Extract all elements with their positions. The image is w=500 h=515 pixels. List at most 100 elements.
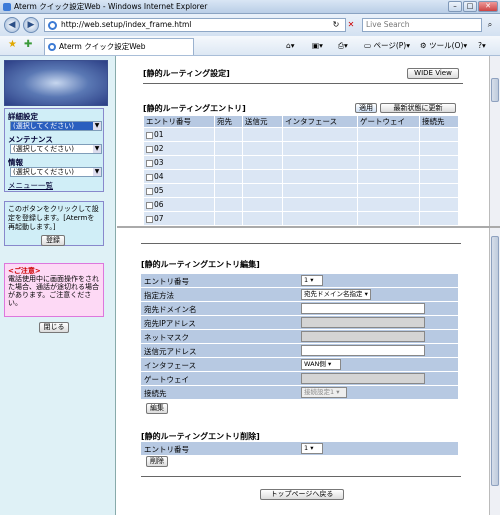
dest-label: 接続先 bbox=[144, 389, 167, 398]
edit-section-title: [静的ルーティングエントリ編集] bbox=[141, 260, 260, 269]
left-frame: 詳細設定 (選択してください) ▼ メンテナンス (選択してください) ▼ 情報 (… bbox=[0, 56, 116, 515]
method-select[interactable]: 宛先ドメイン名指定 ▾ bbox=[301, 289, 371, 300]
print-icon[interactable]: ⎙▾ bbox=[338, 40, 348, 52]
stop-icon[interactable]: ✕ bbox=[344, 18, 358, 32]
row-iface: インタフェース WAN側 ▾ bbox=[141, 358, 458, 372]
favorites-star-icon[interactable]: ★ bbox=[8, 39, 17, 50]
domain-input[interactable] bbox=[301, 303, 425, 314]
row-delete-entry: エントリ番号 1 ▾ bbox=[141, 442, 458, 456]
maintenance-select[interactable]: (選択してください) ▼ bbox=[10, 144, 102, 154]
gateway-label: ゲートウェイ bbox=[144, 375, 189, 384]
wide-view-button[interactable]: WIDE View bbox=[407, 68, 459, 79]
entry-checkbox[interactable] bbox=[146, 215, 153, 223]
table-row: 03 bbox=[143, 155, 459, 170]
upper-scroll-thumb[interactable] bbox=[491, 78, 499, 102]
delete-entry-label: エントリ番号 bbox=[144, 445, 189, 454]
lower-scrollbar[interactable] bbox=[489, 228, 500, 515]
iface-value: WAN側 bbox=[304, 360, 326, 368]
refresh-icon[interactable]: ↻ bbox=[329, 18, 343, 32]
entry-number: 01 bbox=[154, 130, 164, 139]
table-row: 06 bbox=[143, 197, 459, 212]
refresh-state-button[interactable]: 最新状態に更新 bbox=[380, 103, 456, 113]
close-button[interactable]: 閉じる bbox=[39, 322, 69, 333]
entry-cell[interactable]: 06 bbox=[143, 197, 215, 212]
lower-bottom-rule bbox=[141, 476, 461, 477]
entry-table: エントリ番号 宛先 送信元 インタフェース ゲートウェイ 接続先 01 02 0… bbox=[143, 115, 459, 226]
row-ip: 宛先IPアドレス bbox=[141, 316, 458, 330]
back-to-top-button[interactable]: トップページへ戻る bbox=[260, 489, 344, 500]
minimize-button[interactable]: – bbox=[448, 1, 462, 12]
menu-list-link[interactable]: メニュー一覧 bbox=[8, 180, 53, 191]
iface-label: インタフェース bbox=[144, 361, 197, 370]
detail-settings-select[interactable]: (選択してください) ▼ bbox=[10, 121, 102, 131]
back-button[interactable]: ◀ bbox=[4, 17, 20, 33]
close-window-button[interactable]: ✕ bbox=[478, 1, 498, 12]
upper-scrollbar[interactable] bbox=[489, 56, 500, 226]
register-button[interactable]: 登録 bbox=[41, 235, 65, 246]
col-entry-no: エントリ番号 bbox=[143, 115, 215, 128]
entry-checkbox[interactable] bbox=[146, 201, 153, 209]
entry-no-label: エントリ番号 bbox=[144, 277, 189, 286]
apply-button[interactable]: 適用 bbox=[355, 103, 377, 113]
ip-label: 宛先IPアドレス bbox=[144, 319, 196, 328]
netmask-input[interactable] bbox=[301, 331, 425, 342]
dest-select[interactable]: 接続設定1 ▾ bbox=[301, 387, 347, 398]
delete-entry-select[interactable]: 1 ▾ bbox=[301, 443, 323, 454]
entry-checkbox[interactable] bbox=[146, 159, 153, 167]
entry-cell[interactable]: 07 bbox=[143, 211, 215, 226]
tab-label: Aterm クイック設定Web bbox=[59, 42, 146, 51]
chevron-down-icon: ▼ bbox=[93, 168, 101, 176]
help-icon: ? bbox=[478, 41, 482, 50]
address-bar-row: ◀ ▶ http://web.setup/index_frame.html ↻ … bbox=[0, 14, 500, 36]
info-select[interactable]: (選択してください) ▼ bbox=[10, 167, 102, 177]
window-title: Aterm クイック設定Web - Windows Internet Explo… bbox=[14, 2, 208, 11]
entry-checkbox[interactable] bbox=[146, 131, 153, 139]
edit-button[interactable]: 編集 bbox=[146, 403, 168, 414]
aterm-logo-image bbox=[4, 60, 108, 106]
delete-section-title: [静的ルーティングエントリ削除] bbox=[141, 432, 260, 441]
entry-number: 05 bbox=[154, 186, 164, 195]
search-input[interactable]: Live Search bbox=[362, 18, 482, 32]
table-row: 07 bbox=[143, 211, 459, 226]
page-menu-label: ページ(P) bbox=[373, 41, 407, 50]
src-input[interactable] bbox=[301, 345, 425, 356]
command-toolbar: ★ ✚ Aterm クイック設定Web ⌂▾ ▣▾ ⎙▾ ▭ ページ(P)▾ ⚙… bbox=[0, 36, 500, 56]
entry-cell[interactable]: 04 bbox=[143, 169, 215, 184]
maximize-button[interactable]: □ bbox=[463, 1, 477, 12]
entry-no-select[interactable]: 1 ▾ bbox=[301, 275, 323, 286]
entry-cell[interactable]: 01 bbox=[143, 127, 215, 142]
tools-menu[interactable]: ⚙ ツール(O)▾ bbox=[420, 40, 467, 52]
ie-app-icon bbox=[3, 3, 11, 11]
page-content: 詳細設定 (選択してください) ▼ メンテナンス (選択してください) ▼ 情報 (… bbox=[0, 56, 500, 515]
entry-section-title: [静的ルーティングエントリ] bbox=[143, 104, 246, 113]
home-icon[interactable]: ⌂▾ bbox=[286, 40, 295, 52]
page-title: [静的ルーティング設定] bbox=[143, 69, 230, 78]
entry-checkbox[interactable] bbox=[146, 145, 153, 153]
address-input[interactable]: http://web.setup/index_frame.html bbox=[44, 18, 346, 32]
frame-divider[interactable] bbox=[117, 226, 500, 228]
register-text: このボタンをクリックして設定を登録します。[Atermを再起動します。] bbox=[8, 205, 99, 231]
iface-select[interactable]: WAN側 ▾ bbox=[301, 359, 341, 370]
entry-checkbox[interactable] bbox=[146, 187, 153, 195]
page-menu[interactable]: ▭ ページ(P)▾ bbox=[364, 40, 410, 52]
ip-input[interactable] bbox=[301, 317, 425, 328]
entry-cell[interactable]: 03 bbox=[143, 155, 215, 170]
add-favorite-icon[interactable]: ✚ bbox=[24, 39, 32, 50]
delete-button[interactable]: 削除 bbox=[146, 456, 168, 467]
help-menu[interactable]: ?▾ bbox=[478, 40, 486, 52]
row-src: 送信元アドレス bbox=[141, 344, 458, 358]
entry-cell[interactable]: 02 bbox=[143, 141, 215, 156]
caution-title: <ご注意> bbox=[8, 267, 41, 275]
feeds-icon[interactable]: ▣▾ bbox=[312, 40, 323, 52]
ie-tab-icon bbox=[48, 43, 56, 51]
tab-aterm[interactable]: Aterm クイック設定Web bbox=[44, 38, 194, 55]
entry-checkbox[interactable] bbox=[146, 173, 153, 181]
row-dest: 接続先 接続設定1 ▾ bbox=[141, 386, 458, 400]
search-icon[interactable]: ⌕ bbox=[483, 18, 497, 32]
entry-cell[interactable]: 05 bbox=[143, 183, 215, 198]
gateway-input[interactable] bbox=[301, 373, 425, 384]
lower-scroll-thumb[interactable] bbox=[491, 236, 499, 486]
window-titlebar: Aterm クイック設定Web - Windows Internet Explo… bbox=[0, 0, 500, 14]
forward-button[interactable]: ▶ bbox=[23, 17, 39, 33]
row-domain: 宛先ドメイン名 bbox=[141, 302, 458, 316]
